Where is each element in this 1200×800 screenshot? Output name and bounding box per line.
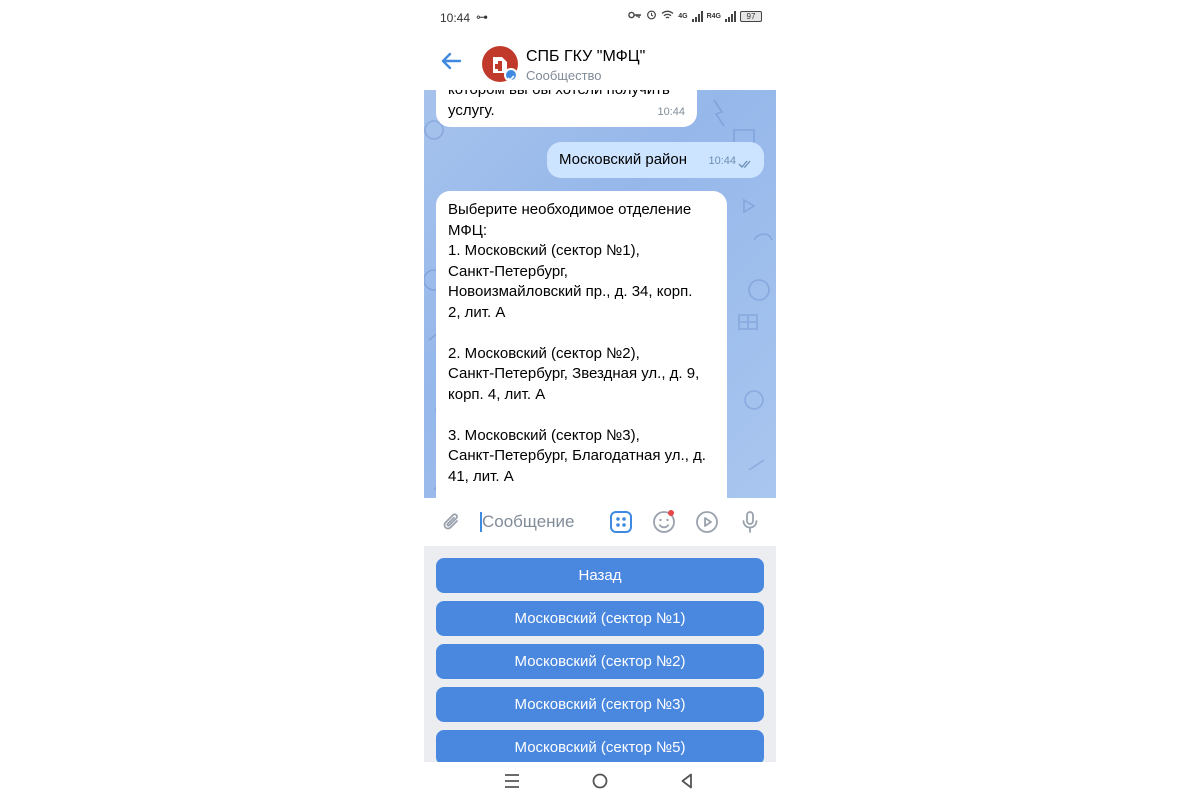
status-time: 10:44 bbox=[440, 11, 471, 25]
message-time: 10:44 bbox=[708, 154, 736, 167]
chat-subtitle: Сообщество bbox=[526, 68, 602, 83]
message-bubble-incoming[interactable]: Выберите необходимое отделение МФЦ: 1. М… bbox=[436, 191, 727, 498]
notification-dot bbox=[668, 510, 674, 516]
system-nav-bar bbox=[424, 762, 776, 800]
key-icon: ⊶ bbox=[476, 10, 488, 24]
message-composer bbox=[424, 498, 776, 546]
keyboard-button-sector-3[interactable]: Московский (сектор №3) bbox=[436, 687, 764, 722]
keyboard-button-back[interactable]: Назад bbox=[436, 558, 764, 593]
home-icon[interactable] bbox=[590, 771, 610, 791]
message-bubble-outgoing[interactable]: Московский район 10:44 bbox=[547, 142, 764, 178]
battery-icon: 97 bbox=[740, 10, 762, 22]
status-bar: 10:44 ⊶ 4G R4G 97 bbox=[424, 0, 776, 34]
play-icon[interactable] bbox=[695, 510, 719, 534]
signal-icon bbox=[691, 10, 703, 22]
message-text: Выберите необходимое отделение МФЦ: 1. М… bbox=[448, 201, 706, 485]
network-4g-label: 4G bbox=[678, 12, 688, 20]
wifi-icon bbox=[661, 10, 674, 23]
arrow-left-icon bbox=[441, 52, 462, 70]
bot-keyboard: Назад Московский (сектор №1) Московский … bbox=[424, 546, 776, 762]
paperclip-icon[interactable] bbox=[440, 510, 464, 534]
back-triangle-icon[interactable] bbox=[677, 771, 697, 791]
keyboard-button-sector-1[interactable]: Московский (сектор №1) bbox=[436, 601, 764, 636]
chat-area[interactable]: котором вы бы хотели получить услугу. 10… bbox=[424, 90, 776, 498]
apps-icon[interactable] bbox=[609, 510, 633, 534]
back-button[interactable] bbox=[438, 47, 466, 75]
chat-title[interactable]: СПБ ГКУ "МФЦ" bbox=[526, 48, 645, 66]
menu-icon[interactable] bbox=[502, 771, 522, 791]
microphone-icon[interactable] bbox=[738, 510, 762, 534]
network-r4g-label: R4G bbox=[706, 12, 721, 20]
key-icon bbox=[628, 10, 642, 23]
keyboard-button-sector-2[interactable]: Московский (сектор №2) bbox=[436, 644, 764, 679]
read-ticks-icon bbox=[738, 160, 751, 168]
verified-badge-icon bbox=[504, 68, 518, 82]
phone-screen: 10:44 ⊶ 4G R4G 97 СПБ ГКУ "МФЦ" Сообщест… bbox=[424, 0, 776, 800]
status-icons: 4G R4G 97 bbox=[628, 9, 762, 23]
message-bubble-incoming[interactable]: котором вы бы хотели получить услугу. 10… bbox=[436, 90, 697, 127]
message-time: 10:44 bbox=[657, 105, 685, 118]
chat-header: СПБ ГКУ "МФЦ" Сообщество bbox=[424, 34, 776, 90]
alarm-icon bbox=[646, 9, 657, 23]
signal-icon-2 bbox=[725, 10, 736, 22]
keyboard-button-sector-5[interactable]: Московский (сектор №5) bbox=[436, 730, 764, 762]
message-input[interactable] bbox=[482, 508, 602, 536]
message-text: котором вы бы хотели получить услугу. bbox=[448, 90, 670, 119]
